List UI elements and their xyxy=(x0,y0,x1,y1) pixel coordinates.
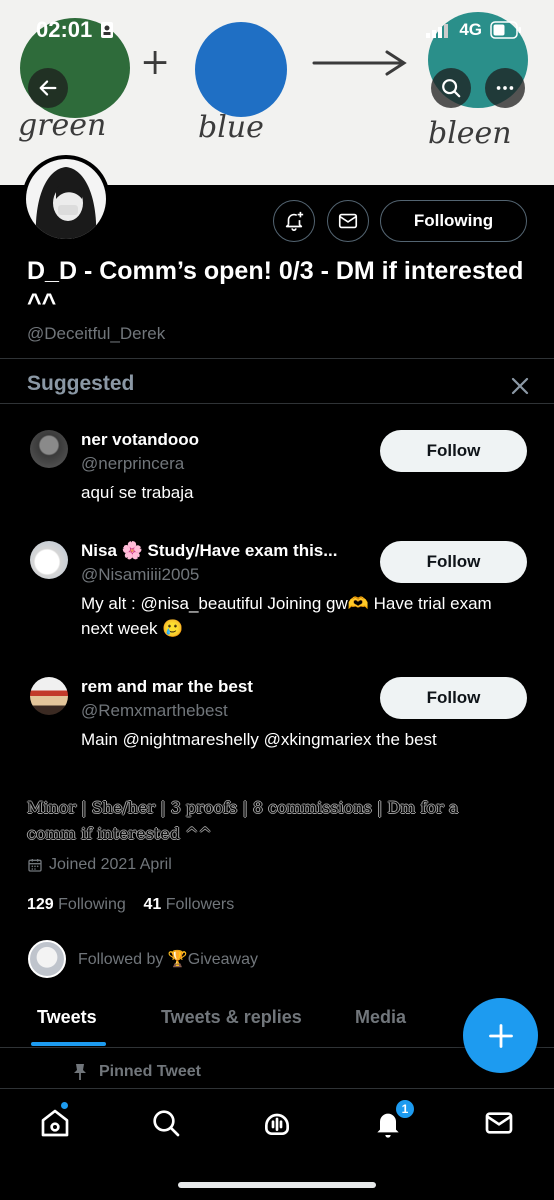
followers-count: 41 xyxy=(143,896,162,913)
calendar-icon xyxy=(28,859,42,872)
back-button[interactable] xyxy=(28,68,68,108)
divider xyxy=(0,358,554,359)
following-button[interactable]: Following xyxy=(380,200,527,242)
tab-tweets-replies[interactable]: Tweets & replies xyxy=(161,1007,302,1028)
follow-button[interactable]: Follow xyxy=(380,677,527,719)
more-icon xyxy=(496,86,514,90)
suggested-user-avatar[interactable] xyxy=(30,677,68,715)
home-icon[interactable] xyxy=(39,1107,71,1139)
pinned-tweet-label: Pinned Tweet xyxy=(73,1063,201,1081)
network-type: 4G xyxy=(459,20,482,39)
suggested-user-handle: @Nisamiiii2005 xyxy=(81,565,200,584)
suggested-user-handle: @Remxmarthebest xyxy=(81,701,228,720)
followers-link[interactable]: 41 Followers xyxy=(144,896,235,913)
suggested-title: Suggested xyxy=(27,372,135,395)
following-link[interactable]: 129 Following xyxy=(27,896,126,913)
banner-word-green: green xyxy=(18,108,107,143)
home-unread-dot xyxy=(61,1102,68,1109)
following-label: Following xyxy=(58,896,126,913)
profile-handle: @Deceitful_Derek xyxy=(27,324,166,343)
suggested-user-avatar[interactable] xyxy=(30,430,68,468)
plus-icon xyxy=(488,1023,513,1048)
status-bar: 02:01 4G xyxy=(0,0,554,60)
arrow-left-icon xyxy=(39,80,57,96)
close-icon[interactable] xyxy=(508,374,532,398)
followed-by-text: Followed by 🏆Giveaway xyxy=(78,951,258,968)
suggested-user-avatar[interactable] xyxy=(30,541,68,579)
suggested-user-handle: @nerprincera xyxy=(81,454,185,473)
joined-date: Joined 2021 April xyxy=(27,856,172,874)
suggested-user-bio: My alt : @nisa_beautiful Joining gw🫶 Hav… xyxy=(81,594,492,638)
suggested-user-name[interactable]: rem and mar the best xyxy=(81,677,253,697)
pin-icon xyxy=(74,1064,86,1080)
message-button[interactable] xyxy=(327,200,369,242)
suggested-user-bio: aquí se trabaja xyxy=(81,483,194,502)
signal-icon xyxy=(426,24,448,38)
profile-stats: 129 Following 41 Followers xyxy=(27,896,234,914)
followed-by[interactable]: Followed by 🏆Giveaway xyxy=(28,940,258,978)
banner-word-bleen: bleen xyxy=(428,116,512,151)
divider xyxy=(0,403,554,404)
active-tab-indicator xyxy=(31,1042,106,1046)
compose-tweet-button[interactable] xyxy=(463,998,538,1073)
joined-text: Joined 2021 April xyxy=(49,856,172,873)
search-icon[interactable] xyxy=(150,1107,182,1139)
profile-display-name: D_D - Comm’s open! 0/3 - DM if intereste… xyxy=(27,257,524,317)
follow-button[interactable]: Follow xyxy=(380,541,527,583)
notification-badge: 1 xyxy=(395,1099,415,1119)
followers-label: Followers xyxy=(165,896,235,913)
home-indicator[interactable] xyxy=(178,1182,376,1188)
tab-tweets[interactable]: Tweets xyxy=(37,1007,97,1028)
banner-word-blue: blue xyxy=(198,110,264,145)
mail-icon[interactable] xyxy=(483,1107,515,1139)
suggested-user-name[interactable]: Nisa 🌸 Study/Have exam this... xyxy=(81,541,337,561)
following-count: 129 xyxy=(27,896,54,913)
profile-avatar[interactable] xyxy=(22,155,110,243)
pinned-tweet-text: Pinned Tweet xyxy=(99,1063,201,1080)
status-time: 02:01 xyxy=(36,17,93,42)
screen-record-icon xyxy=(101,22,113,38)
battery-icon xyxy=(490,21,521,39)
followed-by-avatar xyxy=(28,940,66,978)
avatar-image xyxy=(26,159,106,239)
spaces-icon[interactable] xyxy=(261,1107,293,1139)
search-button[interactable] xyxy=(431,68,471,108)
suggested-user-bio: Main @nightmareshelly @xkingmariex the b… xyxy=(81,730,437,749)
follow-button[interactable]: Follow xyxy=(380,430,527,472)
profile-bio: Minor | She/her | 3 proofs | 8 commissio… xyxy=(27,798,459,843)
mail-icon xyxy=(338,213,358,229)
search-icon xyxy=(442,79,461,98)
notify-button[interactable] xyxy=(273,200,315,242)
suggested-user-name[interactable]: ner votandooo xyxy=(81,430,199,450)
bell-plus-icon xyxy=(285,211,304,231)
tab-media[interactable]: Media xyxy=(355,1007,406,1028)
more-button[interactable] xyxy=(485,68,525,108)
